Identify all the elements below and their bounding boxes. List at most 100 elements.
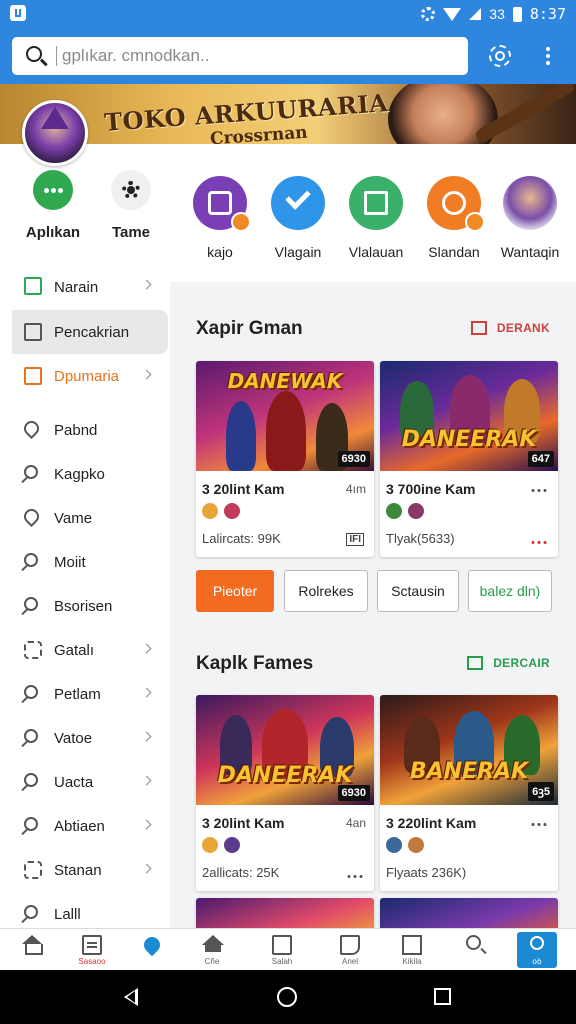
drawer-item-label: Dpumaria bbox=[54, 367, 120, 385]
thumbnail-title: BANERAK bbox=[409, 759, 529, 784]
card-players: Tlyak(5633) bbox=[386, 531, 455, 546]
game-thumbnail: DANEERAK 647 bbox=[380, 361, 558, 471]
settings-button[interactable] bbox=[486, 42, 514, 70]
drawer-item-dpumaria[interactable]: Dpumaria bbox=[0, 354, 170, 398]
search-icon bbox=[24, 465, 38, 479]
card-mini-icons bbox=[386, 503, 424, 519]
tab-cne[interactable]: Cñe bbox=[182, 929, 242, 971]
tab-anel[interactable]: Anel bbox=[320, 929, 380, 971]
more-horizontal-icon[interactable] bbox=[346, 875, 364, 878]
flag-icon bbox=[340, 935, 360, 955]
chip-balez-dln[interactable]: balez dln) bbox=[468, 570, 552, 612]
chat-bubble-icon bbox=[33, 170, 73, 210]
tab-favorites[interactable] bbox=[122, 929, 182, 971]
chevron-right-icon bbox=[141, 279, 152, 290]
screen-icon bbox=[349, 176, 403, 230]
drawer-item-pabnd[interactable]: Pabnd bbox=[0, 408, 170, 452]
main-content: kajo Vlagain Vlalauan Slandan Wantaqin X… bbox=[170, 144, 576, 928]
quick-action-aplikan[interactable]: Aplıkan bbox=[18, 170, 88, 241]
roof-icon bbox=[202, 935, 224, 952]
tab-sasaoo[interactable]: Sasaoo bbox=[62, 929, 122, 971]
tab-salah[interactable]: Salah bbox=[252, 929, 312, 971]
drawer-item-kagpko[interactable]: Kagpko bbox=[0, 452, 170, 496]
game-thumbnail bbox=[196, 898, 374, 928]
status-bar: 33 8:37 bbox=[0, 0, 576, 28]
search-input[interactable]: gplıkar. cmnodkan.. bbox=[12, 37, 468, 75]
section-action-button[interactable]: DERCAIR bbox=[467, 656, 550, 670]
chip-rolrekes[interactable]: Rolrekes bbox=[284, 570, 368, 612]
app-header: gplıkar. cmnodkan.. bbox=[0, 28, 576, 84]
tab-label: Kikila bbox=[402, 957, 422, 966]
tab-home[interactable] bbox=[2, 929, 62, 971]
game-card[interactable]: DANEERAK 647 3 700ine Kam Tlyak(5633) bbox=[380, 361, 558, 557]
category-vlalauan[interactable]: Vlalauan bbox=[336, 176, 416, 260]
drawer-item-abtiaen[interactable]: Abtiaen bbox=[0, 804, 170, 848]
bottom-tab-bar: Sasaoo Cñe Salah Anel Kikila oꝺ bbox=[0, 928, 576, 970]
pin-icon bbox=[20, 417, 43, 440]
game-card[interactable] bbox=[196, 898, 374, 928]
drawer-item-vame[interactable]: Vame bbox=[0, 496, 170, 540]
drawer-item-bsorisen[interactable]: Bsorisen bbox=[0, 584, 170, 628]
user-icon bbox=[530, 936, 544, 950]
tab-search[interactable] bbox=[446, 929, 506, 971]
game-card[interactable]: DANEERAK 6930 3 20lint Kam 4an 2allicats… bbox=[196, 695, 374, 891]
drawer-item-moiit[interactable]: Moiit bbox=[0, 540, 170, 584]
recent-apps-icon[interactable] bbox=[434, 988, 451, 1005]
tab-label: Anel bbox=[341, 957, 358, 966]
overflow-menu-button[interactable] bbox=[534, 42, 562, 70]
category-wantaqin[interactable]: Wantaqin bbox=[490, 176, 570, 260]
drawer-item-narain[interactable]: Narain bbox=[0, 264, 170, 310]
card-title: 3 220lint Kam bbox=[386, 815, 477, 831]
back-icon[interactable] bbox=[124, 988, 138, 1006]
drawer-item-uacta[interactable]: Uacta bbox=[0, 760, 170, 804]
category-slandan[interactable]: Slandan bbox=[414, 176, 494, 260]
drawer-item-label: Vame bbox=[54, 509, 93, 527]
card-tag: IFI bbox=[346, 533, 364, 546]
drawer-item-label: Kagpko bbox=[54, 465, 105, 483]
chevron-right-icon bbox=[141, 369, 152, 380]
tab-kikila[interactable]: Kikila bbox=[382, 929, 442, 971]
list-box-icon bbox=[24, 277, 42, 295]
gear-icon bbox=[111, 170, 151, 210]
more-horizontal-icon[interactable] bbox=[530, 541, 548, 544]
drawer-item-gatali[interactable]: Gatalı bbox=[0, 628, 170, 672]
category-vlagain[interactable]: Vlagain bbox=[258, 176, 338, 260]
drawer-item-pencakrian[interactable]: Pencakrian bbox=[12, 310, 168, 354]
refresh-icon bbox=[427, 176, 485, 232]
thumbnail-title: DANEWAK bbox=[227, 369, 343, 393]
search-icon bbox=[24, 597, 38, 611]
drawer-item-petlam[interactable]: Petlam bbox=[0, 672, 170, 716]
section-action-button[interactable]: DERANK bbox=[470, 321, 550, 335]
home-circle-icon[interactable] bbox=[277, 987, 297, 1007]
drawer-item-lalll[interactable]: Lalll bbox=[0, 892, 170, 928]
drawer-item-label: Petlam bbox=[54, 685, 101, 703]
search-icon bbox=[24, 685, 38, 699]
more-horizontal-icon[interactable] bbox=[530, 823, 548, 826]
chevron-right-icon bbox=[141, 775, 152, 786]
checkmark-icon bbox=[271, 176, 325, 230]
drawer-item-stanan[interactable]: Stanan bbox=[0, 848, 170, 892]
card-meta: 4ım bbox=[345, 482, 366, 496]
game-card[interactable]: DANEWAK 6930 3 20lint Kam 4ım Lalircats:… bbox=[196, 361, 374, 557]
search-placeholder: gplıkar. cmnodkan.. bbox=[62, 46, 210, 65]
game-card[interactable] bbox=[380, 898, 558, 928]
drawer-item-label: Bsorisen bbox=[54, 597, 113, 615]
more-horizontal-icon[interactable] bbox=[530, 489, 548, 492]
home-icon bbox=[22, 935, 43, 955]
game-card[interactable]: BANERAK 6ꝫ5 3 220lint Kam Flyaats 236K) bbox=[380, 695, 558, 891]
category-kajo[interactable]: kajo bbox=[180, 176, 260, 260]
quick-action-label: Tame bbox=[111, 224, 151, 241]
user-avatar[interactable] bbox=[22, 100, 88, 166]
thumbnail-title: DANEERAK bbox=[401, 427, 537, 452]
drawer-item-vatoe[interactable]: Vatoe bbox=[0, 716, 170, 760]
drawer-item-label: Pencakrian bbox=[54, 323, 130, 341]
chevron-right-icon bbox=[141, 643, 152, 654]
quick-action-tame[interactable]: Tame bbox=[96, 170, 166, 241]
document-edit-icon bbox=[193, 176, 251, 232]
filter-chips: Pieoter Rolrekes Sctausin balez dln) bbox=[196, 570, 552, 612]
chip-pieoter[interactable]: Pieoter bbox=[196, 570, 274, 612]
chip-sctausin[interactable]: Sctausin bbox=[377, 570, 459, 612]
drawer-item-label: Gatalı bbox=[54, 641, 95, 659]
tab-profile[interactable]: oꝺ bbox=[517, 932, 557, 968]
puzzle-icon bbox=[24, 641, 42, 659]
